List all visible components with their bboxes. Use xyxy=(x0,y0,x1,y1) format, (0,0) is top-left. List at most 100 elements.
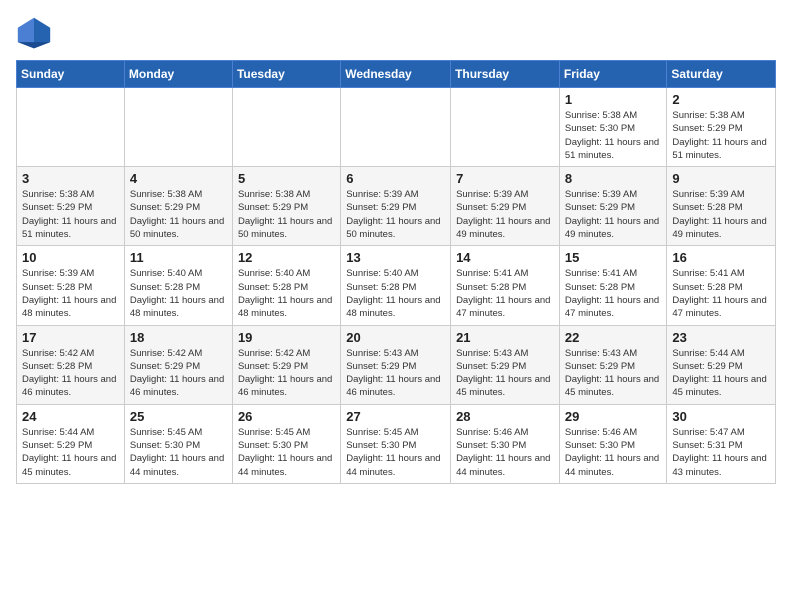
day-info: Sunrise: 5:39 AM Sunset: 5:29 PM Dayligh… xyxy=(346,188,445,241)
day-cell: 19Sunrise: 5:42 AM Sunset: 5:29 PM Dayli… xyxy=(232,325,340,404)
weekday-header-saturday: Saturday xyxy=(667,61,776,88)
day-number: 2 xyxy=(672,92,770,107)
day-info: Sunrise: 5:41 AM Sunset: 5:28 PM Dayligh… xyxy=(565,267,662,320)
day-cell: 8 Sunrise: 5:39 AM Sunset: 5:29 PM Daylig… xyxy=(559,167,667,246)
day-cell: 10 Sunrise: 5:39 AM Sunset: 5:28 PM Dayli… xyxy=(17,246,125,325)
day-cell: 21 Sunrise: 5:43 AM Sunset: 5:29 PM Dayli… xyxy=(451,325,560,404)
day-info: Sunrise: 5:45 AM Sunset: 5:30 PM Dayligh… xyxy=(238,426,335,479)
day-cell: 1Sunrise: 5:38 AM Sunset: 5:30 PM Daylig… xyxy=(559,88,667,167)
day-cell: 6Sunrise: 5:39 AM Sunset: 5:29 PM Daylig… xyxy=(341,167,451,246)
day-number: 4 xyxy=(130,171,227,186)
day-info: Sunrise: 5:40 AM Sunset: 5:28 PM Dayligh… xyxy=(346,267,445,320)
day-info: Sunrise: 5:45 AM Sunset: 5:30 PM Dayligh… xyxy=(346,426,445,479)
day-cell: 4 Sunrise: 5:38 AM Sunset: 5:29 PM Daylig… xyxy=(124,167,232,246)
day-number: 24 xyxy=(22,409,119,424)
day-info: Sunrise: 5:39 AM Sunset: 5:29 PM Dayligh… xyxy=(456,188,554,241)
day-cell: 3 Sunrise: 5:38 AM Sunset: 5:29 PM Daylig… xyxy=(17,167,125,246)
day-info: Sunrise: 5:38 AM Sunset: 5:29 PM Dayligh… xyxy=(238,188,335,241)
day-cell: 16 Sunrise: 5:41 AM Sunset: 5:28 PM Dayli… xyxy=(667,246,776,325)
logo xyxy=(16,16,58,52)
day-number: 25 xyxy=(130,409,227,424)
weekday-header-sunday: Sunday xyxy=(17,61,125,88)
day-info: Sunrise: 5:42 AM Sunset: 5:28 PM Dayligh… xyxy=(22,347,119,400)
day-cell xyxy=(17,88,125,167)
week-row-4: 17 Sunrise: 5:42 AM Sunset: 5:28 PM Dayli… xyxy=(17,325,776,404)
day-number: 8 xyxy=(565,171,662,186)
day-cell: 7 Sunrise: 5:39 AM Sunset: 5:29 PM Daylig… xyxy=(451,167,560,246)
logo-icon xyxy=(16,16,52,52)
week-row-1: 1Sunrise: 5:38 AM Sunset: 5:30 PM Daylig… xyxy=(17,88,776,167)
day-cell xyxy=(232,88,340,167)
day-info: Sunrise: 5:40 AM Sunset: 5:28 PM Dayligh… xyxy=(238,267,335,320)
day-info: Sunrise: 5:45 AM Sunset: 5:30 PM Dayligh… xyxy=(130,426,227,479)
day-info: Sunrise: 5:38 AM Sunset: 5:29 PM Dayligh… xyxy=(672,109,770,162)
day-number: 21 xyxy=(456,330,554,345)
day-cell: 24 Sunrise: 5:44 AM Sunset: 5:29 PM Dayli… xyxy=(17,404,125,483)
day-info: Sunrise: 5:41 AM Sunset: 5:28 PM Dayligh… xyxy=(672,267,770,320)
day-cell: 15 Sunrise: 5:41 AM Sunset: 5:28 PM Dayli… xyxy=(559,246,667,325)
day-info: Sunrise: 5:39 AM Sunset: 5:29 PM Dayligh… xyxy=(565,188,662,241)
day-number: 14 xyxy=(456,250,554,265)
day-cell: 11Sunrise: 5:40 AM Sunset: 5:28 PM Dayli… xyxy=(124,246,232,325)
day-info: Sunrise: 5:43 AM Sunset: 5:29 PM Dayligh… xyxy=(565,347,662,400)
day-info: Sunrise: 5:44 AM Sunset: 5:29 PM Dayligh… xyxy=(22,426,119,479)
day-info: Sunrise: 5:41 AM Sunset: 5:28 PM Dayligh… xyxy=(456,267,554,320)
day-number: 12 xyxy=(238,250,335,265)
day-info: Sunrise: 5:44 AM Sunset: 5:29 PM Dayligh… xyxy=(672,347,770,400)
day-cell: 28 Sunrise: 5:46 AM Sunset: 5:30 PM Dayli… xyxy=(451,404,560,483)
day-info: Sunrise: 5:47 AM Sunset: 5:31 PM Dayligh… xyxy=(672,426,770,479)
day-number: 29 xyxy=(565,409,662,424)
day-number: 13 xyxy=(346,250,445,265)
day-number: 20 xyxy=(346,330,445,345)
day-number: 1 xyxy=(565,92,662,107)
day-info: Sunrise: 5:39 AM Sunset: 5:28 PM Dayligh… xyxy=(672,188,770,241)
week-row-5: 24 Sunrise: 5:44 AM Sunset: 5:29 PM Dayli… xyxy=(17,404,776,483)
calendar: SundayMondayTuesdayWednesdayThursdayFrid… xyxy=(16,60,776,484)
day-number: 28 xyxy=(456,409,554,424)
day-number: 16 xyxy=(672,250,770,265)
day-info: Sunrise: 5:38 AM Sunset: 5:29 PM Dayligh… xyxy=(22,188,119,241)
day-cell: 14 Sunrise: 5:41 AM Sunset: 5:28 PM Dayli… xyxy=(451,246,560,325)
day-info: Sunrise: 5:46 AM Sunset: 5:30 PM Dayligh… xyxy=(456,426,554,479)
day-info: Sunrise: 5:43 AM Sunset: 5:29 PM Dayligh… xyxy=(346,347,445,400)
day-number: 17 xyxy=(22,330,119,345)
day-cell: 20 Sunrise: 5:43 AM Sunset: 5:29 PM Dayli… xyxy=(341,325,451,404)
day-info: Sunrise: 5:43 AM Sunset: 5:29 PM Dayligh… xyxy=(456,347,554,400)
day-number: 23 xyxy=(672,330,770,345)
day-number: 7 xyxy=(456,171,554,186)
day-number: 22 xyxy=(565,330,662,345)
day-number: 3 xyxy=(22,171,119,186)
header xyxy=(16,16,776,52)
day-number: 5 xyxy=(238,171,335,186)
weekday-header-monday: Monday xyxy=(124,61,232,88)
day-cell: 18 Sunrise: 5:42 AM Sunset: 5:29 PM Dayli… xyxy=(124,325,232,404)
day-number: 15 xyxy=(565,250,662,265)
day-number: 9 xyxy=(672,171,770,186)
day-cell: 26 Sunrise: 5:45 AM Sunset: 5:30 PM Dayli… xyxy=(232,404,340,483)
day-cell: 5 Sunrise: 5:38 AM Sunset: 5:29 PM Daylig… xyxy=(232,167,340,246)
weekday-header-row: SundayMondayTuesdayWednesdayThursdayFrid… xyxy=(17,61,776,88)
day-cell: 2 Sunrise: 5:38 AM Sunset: 5:29 PM Daylig… xyxy=(667,88,776,167)
day-number: 10 xyxy=(22,250,119,265)
day-info: Sunrise: 5:42 AM Sunset: 5:29 PM Dayligh… xyxy=(130,347,227,400)
weekday-header-thursday: Thursday xyxy=(451,61,560,88)
week-row-2: 3 Sunrise: 5:38 AM Sunset: 5:29 PM Daylig… xyxy=(17,167,776,246)
day-info: Sunrise: 5:38 AM Sunset: 5:29 PM Dayligh… xyxy=(130,188,227,241)
weekday-header-wednesday: Wednesday xyxy=(341,61,451,88)
day-info: Sunrise: 5:46 AM Sunset: 5:30 PM Dayligh… xyxy=(565,426,662,479)
day-cell: 12 Sunrise: 5:40 AM Sunset: 5:28 PM Dayli… xyxy=(232,246,340,325)
day-cell: 30Sunrise: 5:47 AM Sunset: 5:31 PM Dayli… xyxy=(667,404,776,483)
day-cell xyxy=(124,88,232,167)
day-number: 26 xyxy=(238,409,335,424)
week-row-3: 10 Sunrise: 5:39 AM Sunset: 5:28 PM Dayli… xyxy=(17,246,776,325)
day-cell: 13 Sunrise: 5:40 AM Sunset: 5:28 PM Dayli… xyxy=(341,246,451,325)
day-cell: 23 Sunrise: 5:44 AM Sunset: 5:29 PM Dayli… xyxy=(667,325,776,404)
day-cell: 17 Sunrise: 5:42 AM Sunset: 5:28 PM Dayli… xyxy=(17,325,125,404)
day-number: 11 xyxy=(130,250,227,265)
day-number: 27 xyxy=(346,409,445,424)
weekday-header-tuesday: Tuesday xyxy=(232,61,340,88)
day-cell xyxy=(451,88,560,167)
day-info: Sunrise: 5:39 AM Sunset: 5:28 PM Dayligh… xyxy=(22,267,119,320)
day-cell xyxy=(341,88,451,167)
day-number: 18 xyxy=(130,330,227,345)
